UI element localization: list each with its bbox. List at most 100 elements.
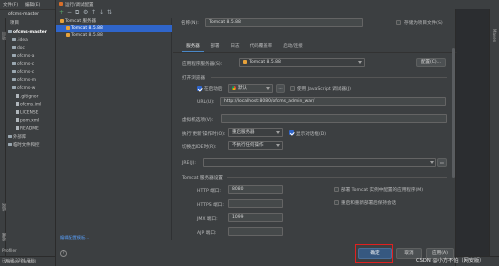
library-icon (8, 135, 12, 138)
file-icon (16, 110, 19, 114)
project-name-bar: ofcms-master (0, 9, 55, 18)
tree-item[interactable]: ofcms-c (12, 62, 34, 67)
on-update-select[interactable]: 重启服务器 (228, 128, 283, 137)
tree-item[interactable]: ofcms-a (12, 54, 35, 59)
tomcat-settings-section: Tomcat 服务器设置 (182, 176, 223, 181)
project-panel-title: 项目 (10, 21, 19, 26)
ajp-port-input[interactable] (228, 227, 283, 236)
url-input[interactable]: http://localhost:8080/ofcms_admin_war/ (220, 97, 446, 106)
name-input[interactable]: Tomcat 8.5.88 (205, 18, 363, 27)
move-down-icon[interactable]: ↓ (99, 10, 104, 16)
edit-templates-link[interactable]: 编辑配置模板... (60, 235, 89, 241)
section-divider (211, 77, 447, 78)
remove-icon[interactable]: − (67, 10, 72, 16)
section-divider (227, 177, 447, 178)
config-group-tomcat[interactable]: Tomcat 服务器 (56, 18, 172, 25)
maven-tool-tab[interactable]: Maven (492, 29, 497, 42)
file-icon (16, 94, 19, 98)
tab-startup-connection[interactable]: 启动/连接 (278, 42, 308, 52)
jmx-port-label: JMX 端口: (197, 217, 218, 222)
settings-icon[interactable]: ⚙ (83, 10, 88, 16)
tab-deployment[interactable]: 部署 (206, 42, 224, 52)
sort-icon[interactable]: ⇅ (107, 10, 112, 16)
tomcat-icon (60, 18, 64, 23)
config-item-selected[interactable]: Tomcat 8.5.88 (56, 25, 172, 32)
tree-item[interactable]: ofcms.iml (16, 102, 41, 108)
vm-options-input[interactable] (221, 114, 447, 123)
tree-item[interactable]: README (16, 126, 39, 132)
chrome-icon (232, 85, 236, 90)
chevron-down-icon (276, 131, 280, 134)
menu-edit[interactable]: 编辑(E) (25, 2, 40, 8)
tree-item[interactable]: ofcms-w (12, 86, 35, 91)
tomcat-icon (66, 25, 70, 30)
add-icon[interactable]: + (59, 10, 64, 16)
project-panel: 项目 ofcms-master .idea doc ofcms-a ofcms-… (6, 18, 55, 256)
https-port-label: HTTPS 端口: (197, 203, 224, 208)
folder-icon (12, 54, 16, 57)
dialog-title: 运行/调试配置 (65, 3, 94, 8)
help-icon[interactable]: ? (60, 250, 67, 257)
chevron-down-icon (430, 161, 434, 164)
vm-options-label: 虚拟机选项(V): (182, 118, 214, 123)
deploy-apps-checkbox[interactable] (334, 187, 339, 192)
name-label: 名称(N): (181, 21, 199, 26)
file-icon (16, 126, 19, 130)
on-frame-select[interactable]: 不执行任何操作 (228, 141, 283, 150)
app-server-select[interactable]: Tomcat 8.5.88 (239, 58, 365, 67)
menu-file[interactable]: 文件(F) (3, 2, 18, 8)
jmx-port-input[interactable]: 1099 (228, 213, 283, 222)
tree-item[interactable]: pom.xml (16, 118, 39, 124)
preserve-sessions-checkbox[interactable] (334, 200, 339, 205)
config-pane: 名称(N): Tomcat 8.5.88 存储为项目文件(S) 服务器 部署 日… (173, 9, 457, 240)
browser-select[interactable]: 默认 (228, 84, 273, 93)
folder-icon (12, 46, 16, 49)
preserve-sessions-label: 重启和重新部署后保持会话 (341, 201, 397, 206)
project-name[interactable]: ofcms-master (8, 12, 39, 17)
jre-select[interactable] (203, 158, 436, 167)
run-config-icon (59, 2, 63, 6)
tree-item[interactable]: ofcms-m (12, 78, 36, 83)
tree-item[interactable]: ofcms-master (8, 30, 47, 35)
http-port-label: HTTP 端口: (197, 189, 221, 194)
tree-item[interactable]: 外部库 (8, 134, 26, 140)
status-build-time: 已构建 2284 毫秒 (2, 258, 35, 263)
store-project-file-checkbox[interactable] (396, 20, 401, 25)
move-up-icon[interactable]: ↑ (91, 10, 96, 16)
tree-item[interactable]: 临时文件和控 (8, 142, 39, 148)
tree-item[interactable]: ofcms-c (12, 70, 34, 75)
tree-item[interactable]: doc (12, 46, 25, 51)
chevron-down-icon (276, 144, 280, 147)
tomcat-icon (66, 32, 70, 37)
js-debugger-checkbox[interactable] (290, 86, 295, 91)
jre-browse-button[interactable]: ▭ (437, 158, 447, 167)
status-profiler[interactable]: Profiler (2, 248, 17, 253)
folder-icon: ▭ (440, 160, 444, 165)
tree-item[interactable]: .gitignor (16, 94, 38, 100)
file-icon (16, 102, 19, 106)
https-port-input[interactable] (228, 199, 283, 208)
config-tree: Tomcat 服务器 Tomcat 8.5.88 Tomcat 8.5.88 编… (56, 18, 172, 240)
tree-item[interactable]: .idea (12, 38, 28, 43)
folder-icon (12, 70, 16, 73)
browser-more-button[interactable]: ... (276, 84, 285, 93)
tab-logs[interactable]: 日志 (226, 42, 244, 52)
configure-button[interactable]: 配置(C)... (416, 58, 446, 67)
config-scrollbar[interactable] (452, 48, 455, 178)
config-item[interactable]: Tomcat 8.5.88 (56, 32, 172, 39)
chevron-down-icon (358, 61, 362, 64)
folder-icon (12, 62, 16, 65)
after-launch-checkbox[interactable] (197, 86, 202, 91)
tab-code-coverage[interactable]: 代码覆盖率 (246, 42, 276, 52)
http-port-input[interactable]: 8080 (228, 185, 283, 194)
tree-item[interactable]: LICENSE (16, 110, 38, 116)
show-dialog-checkbox[interactable] (289, 130, 294, 135)
folder-icon (12, 78, 16, 81)
right-tool-strip: Maven (489, 9, 499, 256)
ok-button-highlight (355, 244, 393, 263)
run-debug-dialog: 运行/调试配置 + − ⧉ ⚙ ↑ ↓ ⇅ Tomcat 服务器 Tomcat … (55, 0, 457, 266)
tabs-divider (173, 52, 457, 53)
copy-icon[interactable]: ⧉ (75, 10, 79, 16)
folder-icon (8, 30, 12, 33)
tab-server[interactable]: 服务器 (182, 42, 204, 52)
